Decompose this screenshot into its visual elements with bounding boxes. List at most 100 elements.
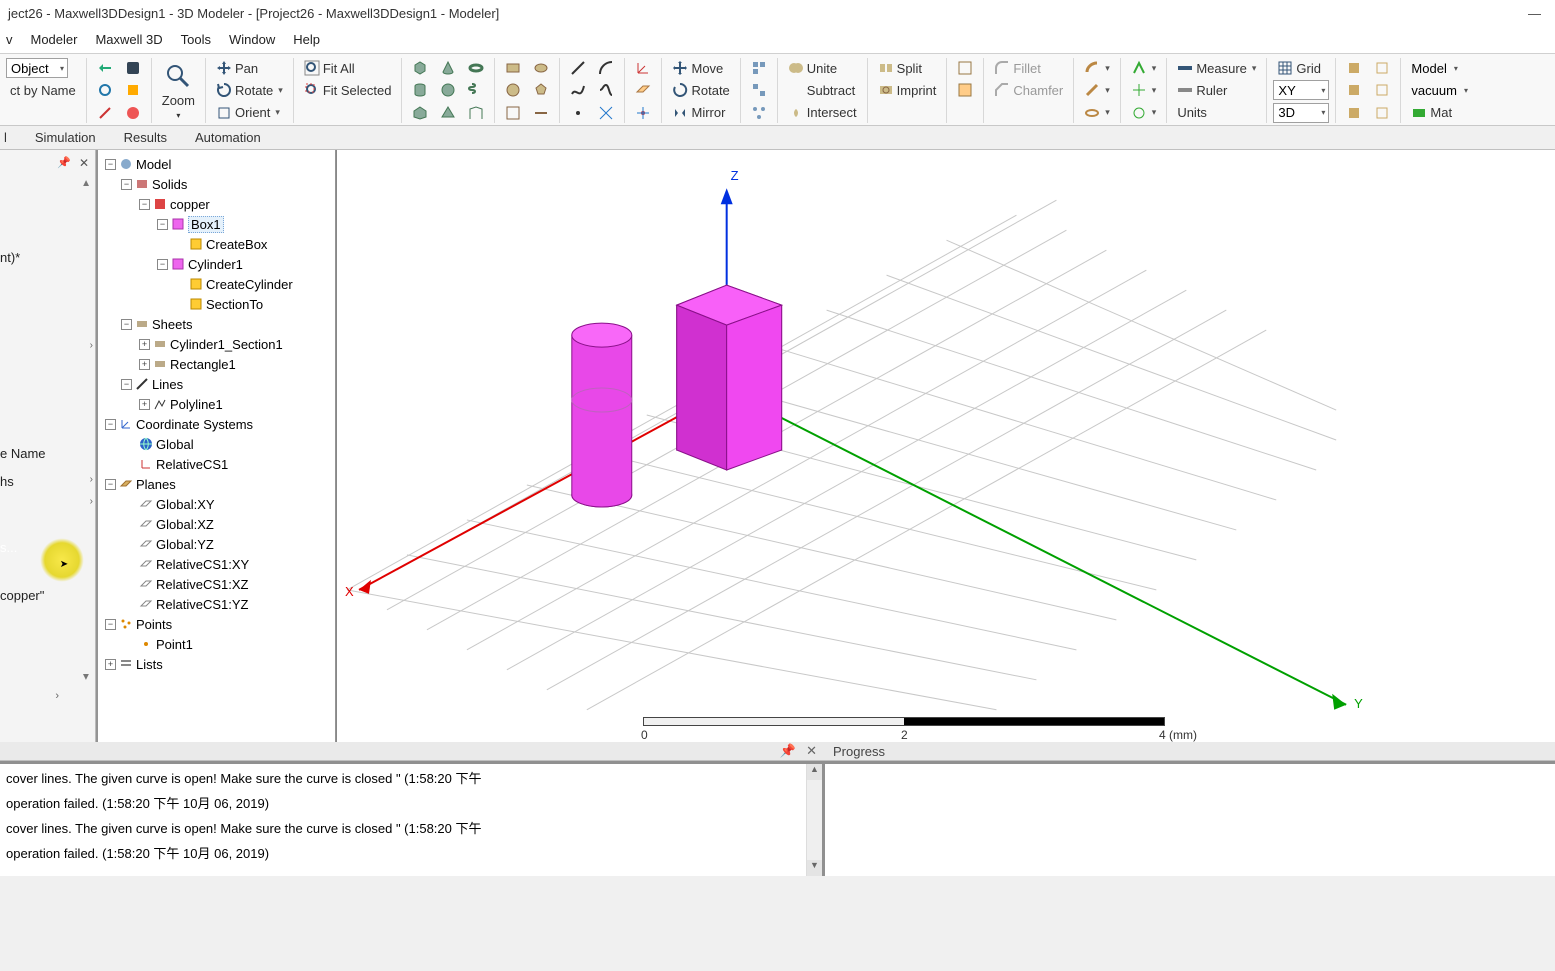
tool-icon-f[interactable] [121, 103, 145, 123]
eq-curve-icon[interactable] [594, 103, 618, 123]
minimize-icon[interactable]: — [1528, 6, 1541, 21]
prim-prism-icon[interactable] [408, 103, 432, 123]
scroll-down-icon[interactable]: ▼ [807, 860, 822, 876]
tab-simulation[interactable]: Simulation [35, 130, 96, 145]
unite-button[interactable]: Unite [784, 58, 841, 78]
sheet-poly-icon[interactable] [529, 80, 553, 100]
snap-c-icon[interactable] [1342, 80, 1366, 100]
tree-sectionto[interactable]: SectionTo [100, 294, 333, 314]
prim-pyramid-icon[interactable] [436, 103, 460, 123]
tree-relcs-xz[interactable]: RelativeCS1:XZ [100, 574, 333, 594]
menu-modeler[interactable]: Modeler [31, 32, 78, 47]
tab-model[interactable]: l [4, 130, 7, 145]
select-by-name-button[interactable]: ct by Name [6, 81, 80, 100]
move-button[interactable]: Move [668, 58, 727, 78]
tree-solids[interactable]: −Solids [100, 174, 333, 194]
arc-icon[interactable] [594, 58, 618, 78]
chevron-right-icon-3[interactable]: › [90, 496, 93, 507]
tree-lists[interactable]: +Lists [100, 654, 333, 674]
chevron-right-small-icon[interactable]: › [55, 690, 59, 702]
sheet-ellipse-icon[interactable] [501, 80, 525, 100]
chevron-right-icon[interactable]: › [90, 340, 93, 351]
menu-help[interactable]: Help [293, 32, 320, 47]
zoom-tool[interactable]: Zoom▾ [158, 60, 199, 122]
tree-cylinder1[interactable]: −Cylinder1 [100, 254, 333, 274]
array-b-icon[interactable] [747, 80, 771, 100]
tool-icon-e[interactable] [93, 103, 117, 123]
sheet-circle-icon[interactable] [529, 58, 553, 78]
section-b-icon[interactable] [953, 80, 977, 100]
menu-maxwell3d[interactable]: Maxwell 3D [95, 32, 162, 47]
tree-point1[interactable]: Point1 [100, 634, 333, 654]
line-icon[interactable] [566, 58, 590, 78]
imprint-button[interactable]: Imprint [874, 80, 941, 100]
array-a-icon[interactable] [747, 58, 771, 78]
mode-combo[interactable]: 3D [1273, 103, 1329, 123]
array-c-icon[interactable] [747, 103, 771, 123]
message-scrollbar[interactable]: ▲ ▼ [806, 764, 822, 876]
chamfer-button[interactable]: Chamfer [990, 80, 1067, 100]
snap-e-icon[interactable] [1342, 103, 1366, 123]
tree-relcs-yz[interactable]: RelativeCS1:YZ [100, 594, 333, 614]
prim-box-icon[interactable] [408, 58, 432, 78]
prim-torus-icon[interactable] [464, 58, 488, 78]
snap-b-icon[interactable] [1370, 58, 1394, 78]
fillet-button[interactable]: Fillet [990, 58, 1044, 78]
revolve-icon[interactable] [1080, 103, 1114, 123]
prim-helix-icon[interactable] [464, 80, 488, 100]
cylinder1-shape[interactable] [572, 323, 632, 507]
intersect-button[interactable]: Intersect [784, 103, 861, 123]
tree-global-yz[interactable]: Global:YZ [100, 534, 333, 554]
sheet-b-icon[interactable] [529, 103, 553, 123]
tool-icon-a[interactable] [93, 58, 117, 78]
plane-combo[interactable]: XY [1273, 80, 1329, 100]
prim-cone-icon[interactable] [436, 58, 460, 78]
model-sel-combo[interactable]: Model [1407, 58, 1460, 78]
menu-window[interactable]: Window [229, 32, 275, 47]
prim-cylinder-icon[interactable] [408, 80, 432, 100]
material-combo[interactable]: vacuum [1407, 80, 1471, 100]
tree-coord[interactable]: −Coordinate Systems [100, 414, 333, 434]
tab-results[interactable]: Results [124, 130, 167, 145]
tree-polyline1[interactable]: +Polyline1 [100, 394, 333, 414]
ruler-button[interactable]: Ruler [1173, 80, 1231, 100]
point-icon[interactable] [566, 103, 590, 123]
scroll-up-icon[interactable]: ▲ [807, 764, 822, 780]
cs-icon[interactable] [631, 58, 655, 78]
tree-cylsection[interactable]: +Cylinder1_Section1 [100, 334, 333, 354]
tree-createbox[interactable]: CreateBox [100, 234, 333, 254]
mirror-button[interactable]: Mirror [668, 103, 729, 123]
tree-copper[interactable]: −copper [100, 194, 333, 214]
snap-d-icon[interactable] [1370, 80, 1394, 100]
tree-sheets[interactable]: −Sheets [100, 314, 333, 334]
material-button[interactable]: Mat [1407, 103, 1456, 123]
tab-automation[interactable]: Automation [195, 130, 261, 145]
selection-mode-combo[interactable]: Object [6, 58, 68, 78]
tree-planes[interactable]: −Planes [100, 474, 333, 494]
sweep-icon[interactable] [1080, 58, 1114, 78]
menu-view[interactable]: v [6, 32, 13, 47]
tree-lines[interactable]: −Lines [100, 374, 333, 394]
fit-all-button[interactable]: Fit All [300, 58, 359, 78]
tool-icon-d[interactable] [121, 80, 145, 100]
rotate-view-button[interactable]: Rotate [212, 80, 287, 100]
tree-box1[interactable]: −Box1 [100, 214, 333, 234]
tree-global-xy[interactable]: Global:XY [100, 494, 333, 514]
box1-shape[interactable] [677, 285, 782, 470]
tree-points[interactable]: −Points [100, 614, 333, 634]
plane-icon[interactable] [631, 80, 655, 100]
prim-poly-icon[interactable] [464, 103, 488, 123]
msg-close-icon[interactable]: ✕ [806, 743, 817, 759]
grid-button[interactable]: Grid [1273, 58, 1325, 78]
sheet-a-icon[interactable] [501, 103, 525, 123]
3d-viewport[interactable]: X Y Z [336, 150, 1555, 742]
tree-relcs-xy[interactable]: RelativeCS1:XY [100, 554, 333, 574]
tool-icon-c[interactable] [93, 80, 117, 100]
split-button[interactable]: Split [874, 58, 926, 78]
tree-relativecs1[interactable]: RelativeCS1 [100, 454, 333, 474]
tree-rectangle1[interactable]: +Rectangle1 [100, 354, 333, 374]
spline-icon[interactable] [566, 80, 590, 100]
cs-tool-a-icon[interactable] [1127, 58, 1161, 78]
tree-global-xz[interactable]: Global:XZ [100, 514, 333, 534]
section-a-icon[interactable] [953, 58, 977, 78]
